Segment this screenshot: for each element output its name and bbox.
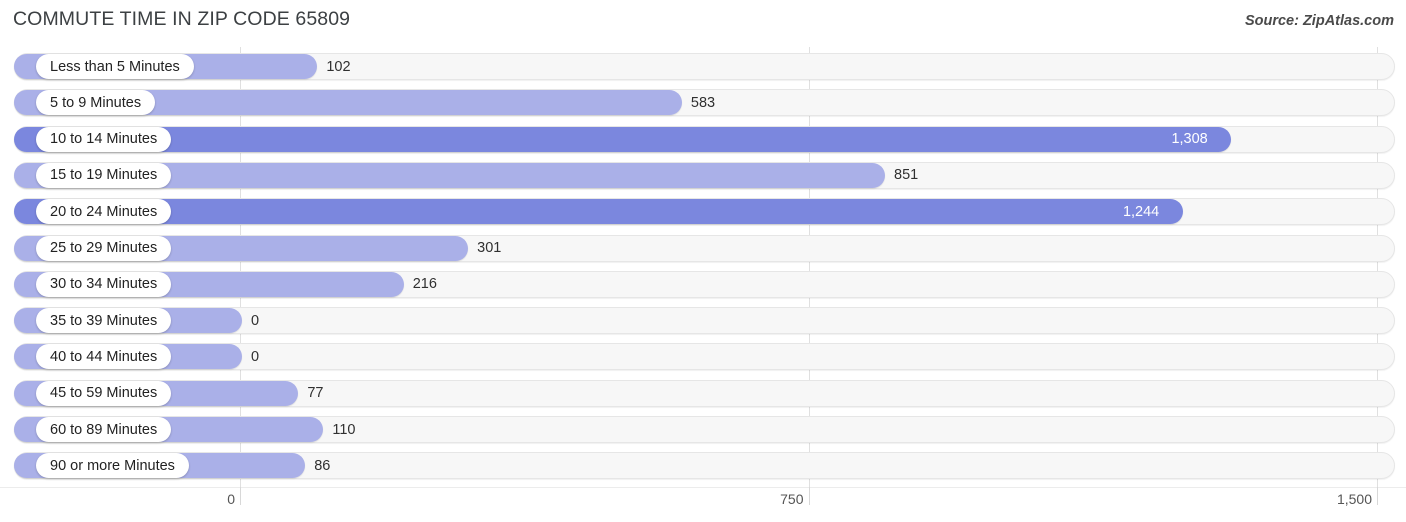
bar[interactable] <box>14 126 1232 152</box>
category-label-pill: Less than 5 Minutes <box>36 54 194 79</box>
bar-value-label: 216 <box>412 276 437 293</box>
category-label-pill: 20 to 24 Minutes <box>36 199 172 225</box>
bar-value-label: 1,244 <box>1122 203 1160 220</box>
bar-row[interactable]: 10 to 14 Minutes 1,308 <box>14 125 1395 153</box>
bar-row[interactable]: 35 to 39 Minutes 0 <box>14 307 1395 335</box>
category-label-pill: 45 to 59 Minutes <box>36 380 172 406</box>
axis-tick-mark <box>240 487 241 505</box>
bar-rows: Less than 5 Minutes 102 5 to 9 Minutes 583 1… <box>0 47 1406 487</box>
bar-row[interactable]: 20 to 24 Minutes 1,244 <box>14 198 1395 226</box>
category-label-pill: 10 to 14 Minutes <box>36 126 172 152</box>
bar-value-label: 102 <box>326 58 351 75</box>
category-label-pill: 40 to 44 Minutes <box>36 344 172 370</box>
bar-row[interactable]: 60 to 89 Minutes 110 <box>14 416 1395 443</box>
bar-row[interactable]: 25 to 29 Minutes 301 <box>14 234 1395 262</box>
source-attribution: Source: ZipAtlas.com <box>1244 13 1394 29</box>
bar-row[interactable]: 5 to 9 Minutes 583 <box>14 89 1395 117</box>
bar-row[interactable]: 45 to 59 Minutes 77 <box>14 379 1395 407</box>
page-title: COMMUTE TIME IN ZIP CODE 65809 <box>13 8 351 30</box>
bar-value-label: 851 <box>894 167 919 184</box>
bar-value-label: 0 <box>251 312 260 329</box>
bar-row[interactable]: 90 or more Minutes 86 <box>14 452 1395 480</box>
chart-header: COMMUTE TIME IN ZIP CODE 65809 Source: Z… <box>0 0 1406 44</box>
category-label-pill: 35 to 39 Minutes <box>36 308 172 334</box>
bar-value-label: 77 <box>307 385 324 402</box>
bar-value-label: 583 <box>690 94 716 111</box>
axis-divider <box>0 487 1406 488</box>
bar-value-label: 301 <box>477 240 502 256</box>
x-axis: 0 750 1,500 <box>0 487 1406 522</box>
bar-value-label: 110 <box>332 421 356 438</box>
category-label-pill: 90 or more Minutes <box>36 453 189 479</box>
chart-plot-area: Less than 5 Minutes 102 5 to 9 Minutes 583 1… <box>0 47 1406 487</box>
category-label-pill: 5 to 9 Minutes <box>36 90 156 116</box>
bar-row[interactable]: Less than 5 Minutes 102 <box>14 53 1395 80</box>
axis-tick-label: 0 <box>227 491 235 507</box>
axis-tick-label: 750 <box>780 491 804 507</box>
bar-row[interactable]: 40 to 44 Minutes 0 <box>14 343 1395 371</box>
bar-value-label: 86 <box>314 457 331 474</box>
category-label-pill: 25 to 29 Minutes <box>36 235 172 261</box>
bar-value-label: 0 <box>251 348 260 365</box>
category-label-pill: 60 to 89 Minutes <box>36 417 172 442</box>
category-label-pill: 30 to 34 Minutes <box>36 271 172 297</box>
bar-row[interactable]: 15 to 19 Minutes 851 <box>14 161 1395 189</box>
bar-row[interactable]: 30 to 34 Minutes 216 <box>14 270 1395 298</box>
axis-tick-mark <box>808 487 810 505</box>
axis-tick-label: 1,500 <box>1336 491 1372 507</box>
axis-tick-mark <box>1377 487 1378 505</box>
bar[interactable] <box>14 199 1183 225</box>
category-label-pill: 15 to 19 Minutes <box>36 162 172 188</box>
bar-value-label: 1,308 <box>1171 131 1208 148</box>
